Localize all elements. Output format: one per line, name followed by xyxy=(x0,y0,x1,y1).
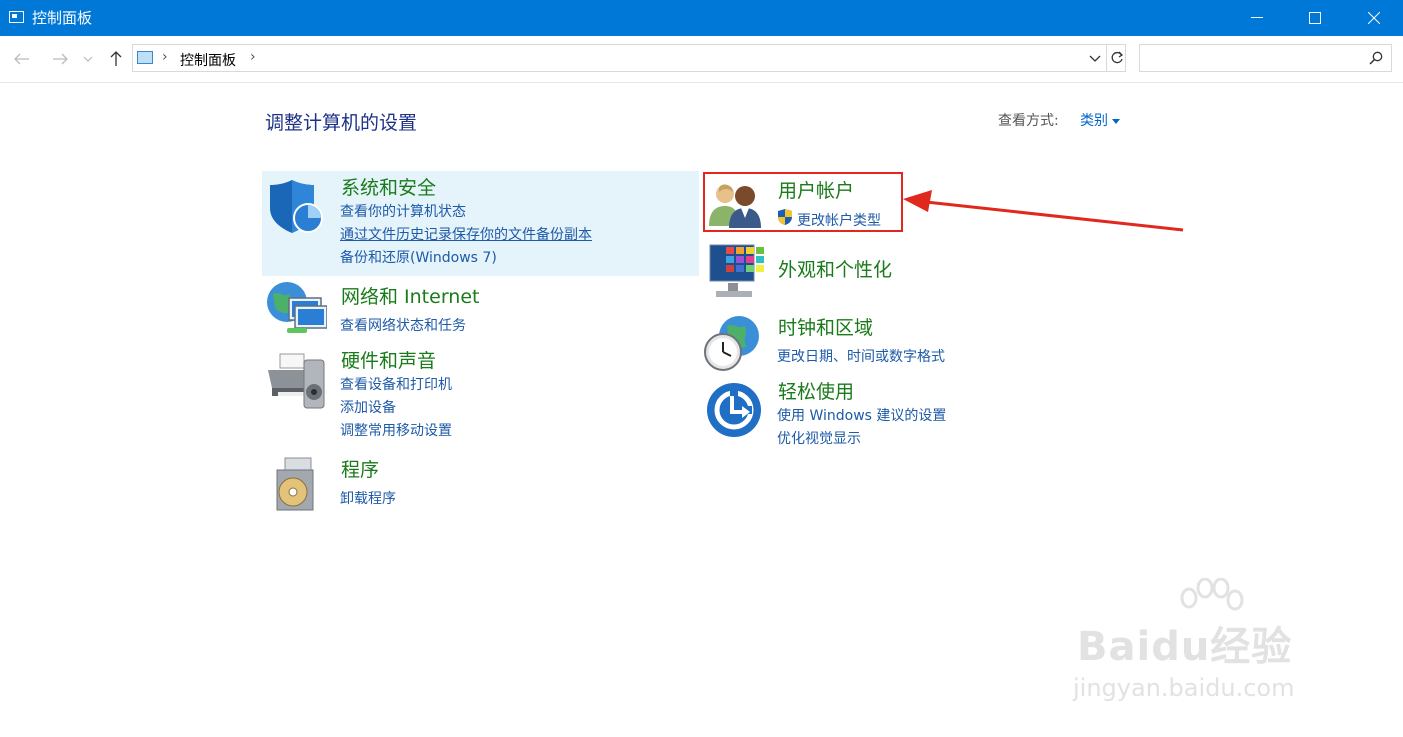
close-button[interactable] xyxy=(1345,0,1403,36)
dropdown-caret-icon xyxy=(1112,118,1120,124)
category-title[interactable]: 轻松使用 xyxy=(778,377,854,404)
page-heading: 调整计算机的设置 xyxy=(265,112,418,134)
network-globe-icon xyxy=(267,282,327,333)
category-title[interactable]: 时钟和区域 xyxy=(778,313,873,340)
search-icon[interactable] xyxy=(1369,51,1383,65)
link-backup-restore[interactable]: 备份和还原(Windows 7) xyxy=(340,247,497,267)
breadcrumb-separator[interactable]: › xyxy=(250,49,256,65)
printer-speaker-icon xyxy=(268,353,325,409)
appearance-monitor-icon xyxy=(709,244,764,297)
minimize-button[interactable] xyxy=(1228,0,1286,36)
link-file-history-backup[interactable]: 通过文件历史记录保存你的文件备份副本 xyxy=(340,224,592,244)
maximize-button[interactable] xyxy=(1286,0,1344,36)
back-button[interactable] xyxy=(11,48,33,70)
breadcrumb-control-panel[interactable]: 控制面板 xyxy=(180,50,236,70)
chevron-down-icon xyxy=(1089,55,1101,62)
search-box[interactable] xyxy=(1139,44,1392,72)
breadcrumb-separator[interactable]: › xyxy=(162,49,168,65)
maximize-icon xyxy=(1309,12,1321,24)
category-title[interactable]: 系统和安全 xyxy=(341,173,436,200)
control-panel-icon xyxy=(9,11,24,23)
category-title[interactable]: 外观和个性化 xyxy=(778,255,892,282)
view-by-value[interactable]: 类别 xyxy=(1080,113,1108,129)
ease-of-access-icon xyxy=(707,383,761,437)
search-input[interactable] xyxy=(1144,48,1358,70)
link-add-device[interactable]: 添加设备 xyxy=(340,397,396,417)
link-devices-printers[interactable]: 查看设备和打印机 xyxy=(340,374,452,394)
close-icon xyxy=(1368,12,1380,24)
link-network-status[interactable]: 查看网络状态和任务 xyxy=(340,315,466,335)
view-by-dropdown[interactable]: 类别 xyxy=(1080,110,1120,130)
up-button[interactable] xyxy=(105,48,127,70)
shield-icon xyxy=(270,180,323,233)
annotation-highlight-box xyxy=(703,172,903,232)
link-view-computer-status[interactable]: 查看你的计算机状态 xyxy=(340,201,466,221)
up-arrow-icon xyxy=(110,51,122,66)
link-windows-suggested-settings[interactable]: 使用 Windows 建议的设置 xyxy=(777,405,946,425)
window-title: 控制面板 xyxy=(32,9,93,27)
category-title[interactable]: 网络和 Internet xyxy=(341,282,479,309)
annotation-arrow-icon xyxy=(903,190,1184,232)
navigation-bar: › 控制面板 › xyxy=(0,36,1403,83)
forward-button[interactable] xyxy=(49,48,71,70)
clock-globe-icon xyxy=(704,316,759,371)
minimize-icon xyxy=(1251,17,1263,18)
refresh-icon xyxy=(1111,51,1124,64)
link-change-date-time-format[interactable]: 更改日期、时间或数字格式 xyxy=(777,346,945,366)
forward-arrow-icon xyxy=(53,53,68,65)
category-title[interactable]: 硬件和声音 xyxy=(341,346,436,373)
title-bar: 控制面板 xyxy=(0,0,1403,36)
back-arrow-icon xyxy=(14,53,29,65)
programs-disc-icon xyxy=(276,457,314,511)
link-uninstall-program[interactable]: 卸载程序 xyxy=(340,488,396,508)
chevron-down-icon xyxy=(83,56,93,62)
view-by-label: 查看方式: xyxy=(998,113,1059,129)
baidu-watermark: Baidu经验 jingyan.baidu.com xyxy=(1073,578,1333,708)
refresh-button[interactable] xyxy=(1106,45,1127,71)
watermark-url: jingyan.baidu.com xyxy=(1073,674,1295,702)
link-optimize-visual-display[interactable]: 优化视觉显示 xyxy=(777,428,861,448)
address-dropdown-button[interactable] xyxy=(1086,49,1104,67)
address-bar[interactable]: › 控制面板 › xyxy=(132,44,1126,72)
watermark-logo-text: Baidu经验 xyxy=(1077,624,1293,670)
category-title[interactable]: 程序 xyxy=(341,455,379,482)
recent-locations-button[interactable] xyxy=(80,48,96,70)
control-panel-icon xyxy=(137,51,153,64)
link-mobility-settings[interactable]: 调整常用移动设置 xyxy=(340,420,452,440)
